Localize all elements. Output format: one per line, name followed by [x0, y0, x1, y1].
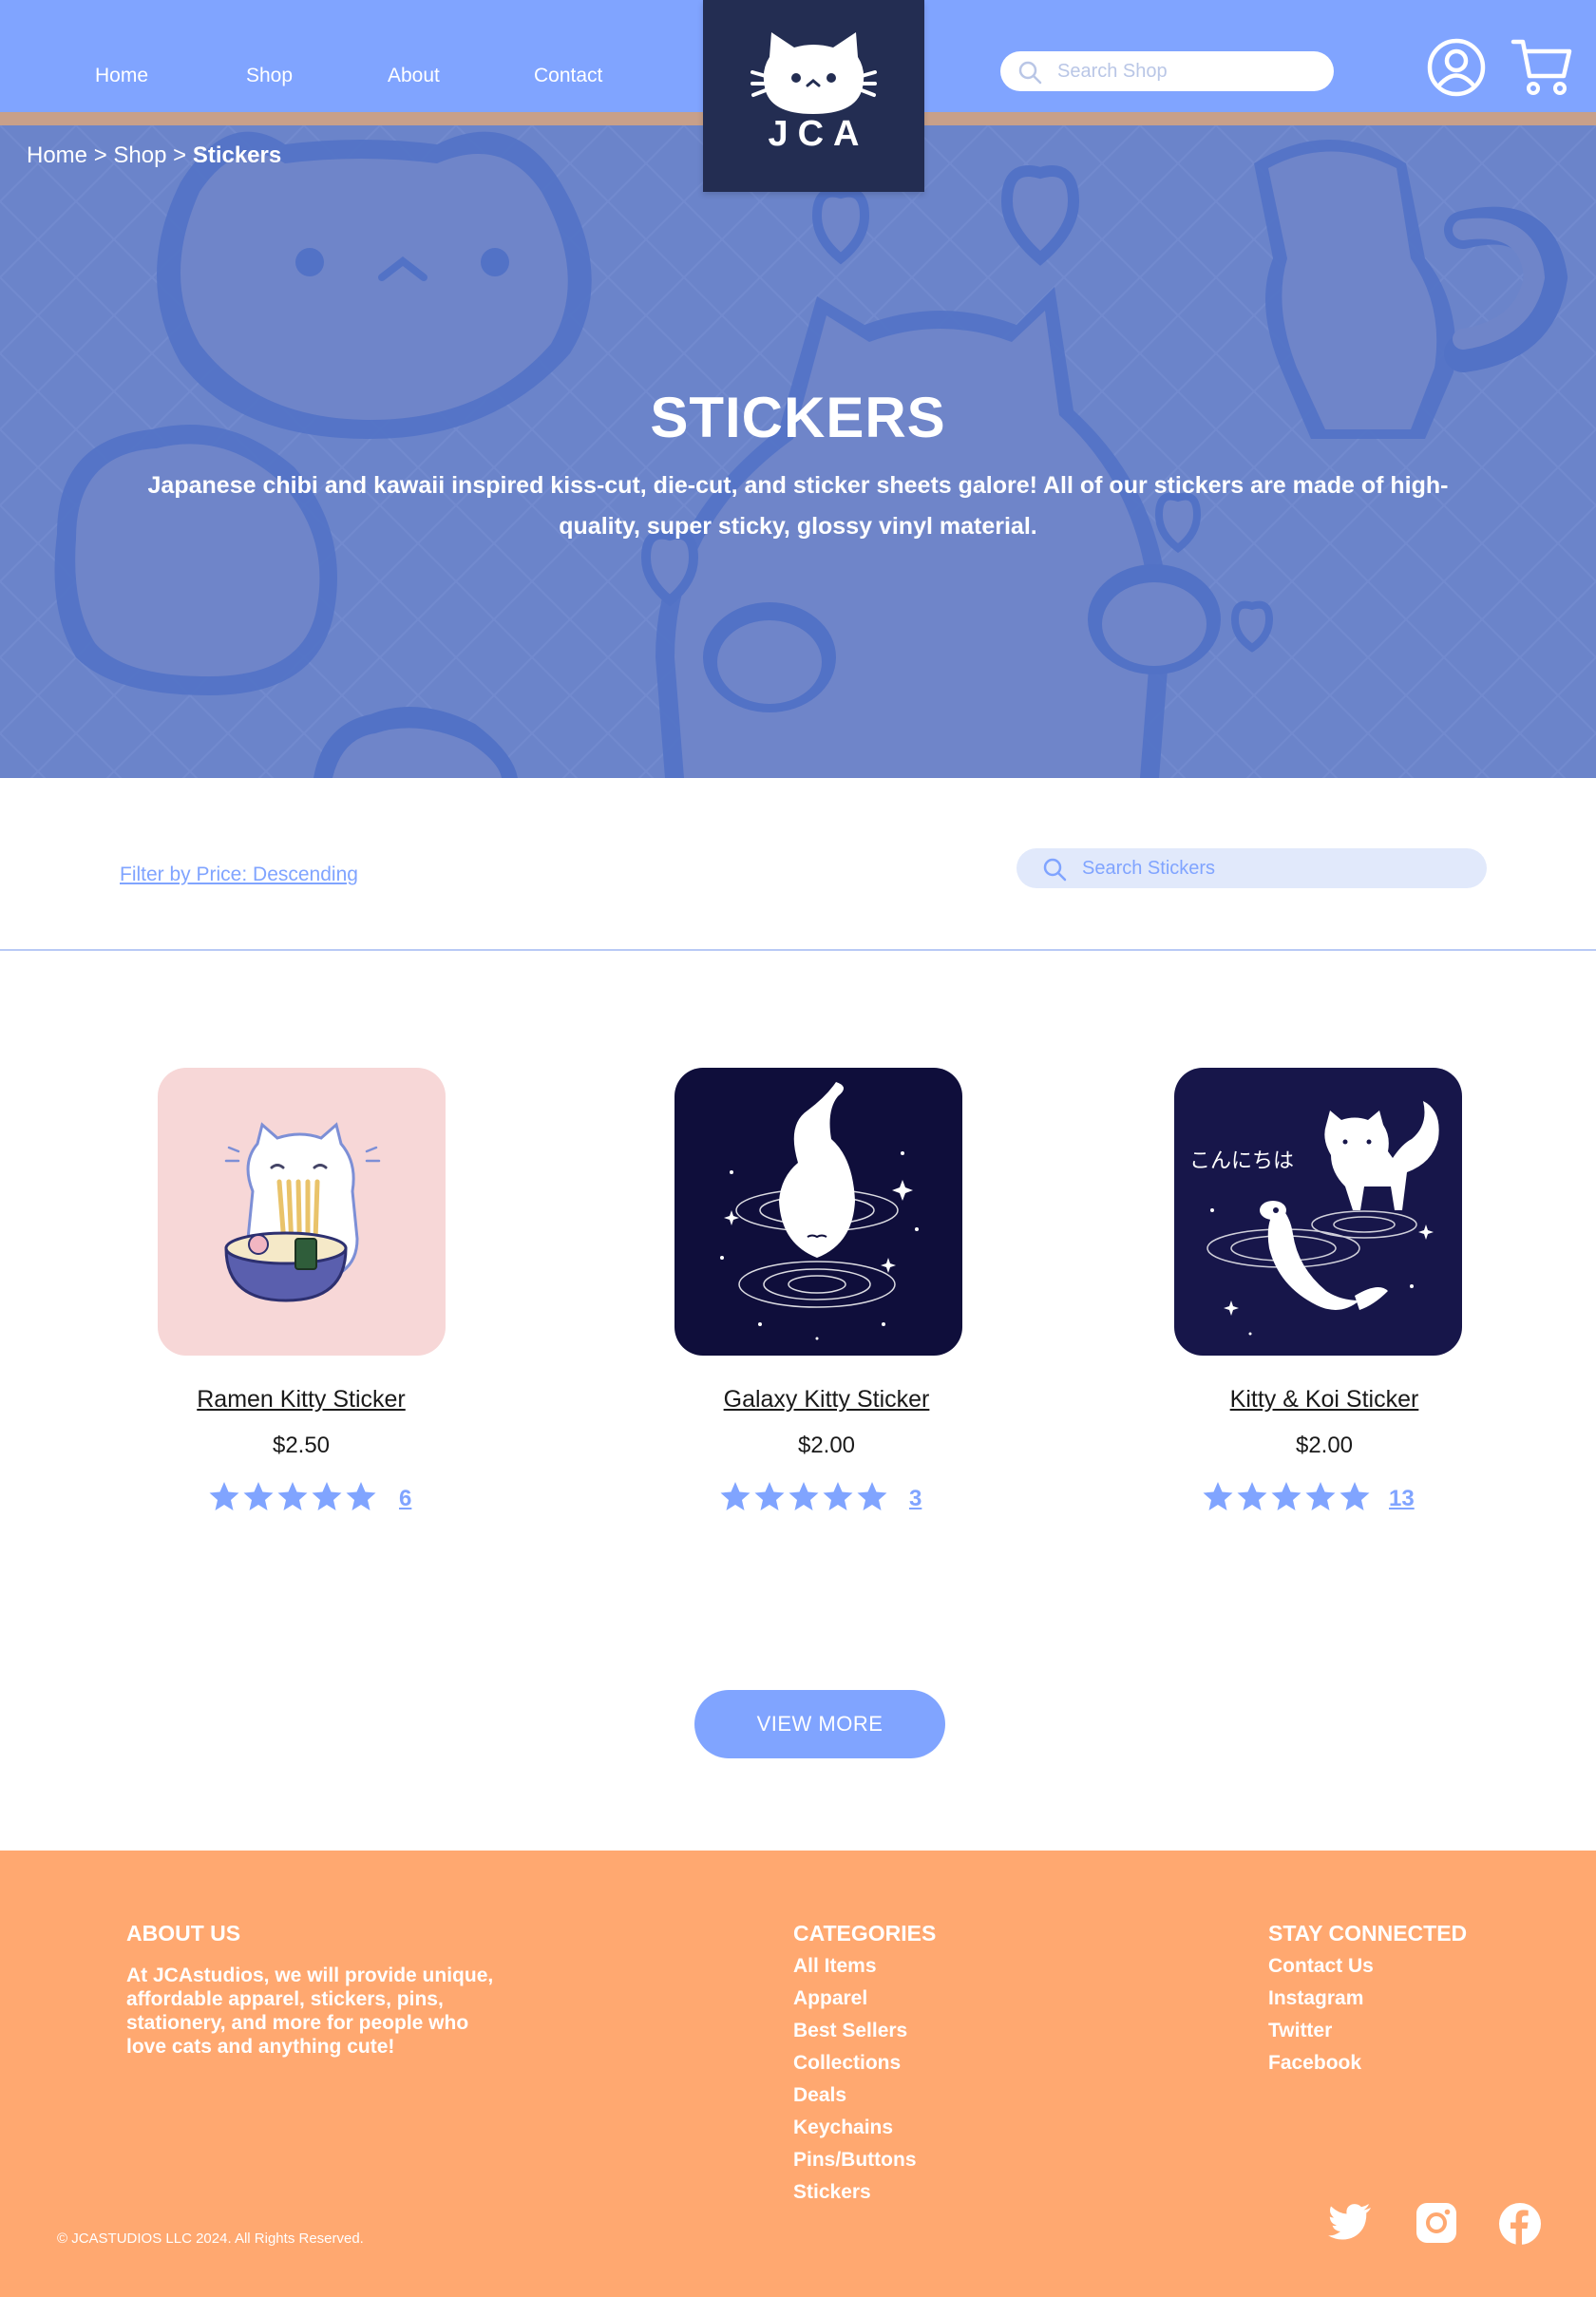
kitty-koi-image: こんにちは	[1189, 1101, 1439, 1336]
section-divider	[0, 949, 1596, 951]
galaxy-kitty-image	[720, 1082, 919, 1340]
twitter-icon[interactable]	[1328, 2203, 1372, 2241]
ramen-kitty-image	[224, 1122, 381, 1302]
product-rating: 13	[1153, 1480, 1495, 1518]
footer-connect-list: Contact Us Instagram Twitter Facebook	[1268, 1950, 1374, 2079]
product-image[interactable]: こんにちは	[1174, 1068, 1462, 1356]
footer-link-facebook[interactable]: Facebook	[1268, 2047, 1374, 2079]
product-price: $2.00	[1295, 1433, 1354, 1458]
product-name-link[interactable]: Ramen Kitty Sticker	[130, 1386, 472, 1414]
footer-link-apparel[interactable]: Apparel	[793, 1983, 917, 2015]
nav-contact[interactable]: Contact	[534, 65, 602, 87]
footer-link-best-sellers[interactable]: Best Sellers	[793, 2015, 917, 2047]
review-count-link[interactable]: 3	[909, 1486, 922, 1512]
footer: ABOUT US At JCAstudios, we will provide …	[0, 1851, 1596, 2297]
breadcrumb-shop[interactable]: Shop	[113, 142, 166, 168]
breadcrumb-separator: >	[173, 142, 187, 168]
product-image[interactable]	[674, 1068, 962, 1356]
breadcrumb-home[interactable]: Home	[27, 142, 87, 168]
breadcrumb-current: Stickers	[192, 142, 282, 168]
product-price: $2.00	[797, 1433, 856, 1458]
product-price: $2.50	[272, 1433, 331, 1458]
sticker-search-input[interactable]: Search Stickers	[1016, 848, 1487, 888]
product-rating: 3	[656, 1480, 998, 1518]
product-rating: 6	[130, 1480, 472, 1518]
product-name-link[interactable]: Kitty & Koi Sticker	[1153, 1386, 1495, 1414]
hero-banner: STICKERS Japanese chibi and kawaii inspi…	[0, 125, 1596, 778]
copyright-text: © JCASTUDIOS LLC 2024. All Rights Reserv…	[57, 2231, 364, 2247]
footer-link-keychains[interactable]: Keychains	[793, 2112, 917, 2144]
sticker-search-placeholder: Search Stickers	[1082, 858, 1216, 879]
footer-link-stickers[interactable]: Stickers	[793, 2176, 917, 2209]
review-count-link[interactable]: 13	[1389, 1486, 1415, 1512]
footer-link-deals[interactable]: Deals	[793, 2079, 917, 2112]
cat-logo-icon	[750, 32, 877, 114]
shop-search-input[interactable]: Search Shop	[1000, 51, 1334, 91]
footer-link-all-items[interactable]: All Items	[793, 1950, 917, 1983]
view-more-button[interactable]: VIEW MORE	[694, 1690, 945, 1758]
footer-categories-heading: CATEGORIES	[793, 1921, 937, 1946]
footer-link-pins-buttons[interactable]: Pins/Buttons	[793, 2144, 917, 2176]
breadcrumb: Home > Shop > Stickers	[27, 142, 281, 169]
search-icon	[1043, 858, 1067, 882]
footer-link-collections[interactable]: Collections	[793, 2047, 917, 2079]
nav-shop[interactable]: Shop	[246, 65, 293, 87]
nav-home[interactable]: Home	[95, 65, 148, 87]
footer-link-twitter[interactable]: Twitter	[1268, 2015, 1374, 2047]
page-description: Japanese chibi and kawaii inspired kiss-…	[147, 472, 1449, 540]
page-title: STICKERS	[650, 386, 946, 449]
star-rating-icons	[209, 1482, 376, 1510]
footer-link-instagram[interactable]: Instagram	[1268, 1983, 1374, 2015]
search-icon	[1018, 61, 1042, 85]
star-rating-icons	[720, 1482, 887, 1510]
konnichiwa-text: こんにちは	[1189, 1149, 1294, 1173]
price-filter-link[interactable]: Filter by Price: Descending	[120, 864, 358, 886]
footer-link-contact-us[interactable]: Contact Us	[1268, 1950, 1374, 1983]
nav-about[interactable]: About	[388, 65, 440, 87]
footer-about-heading: ABOUT US	[126, 1921, 241, 1946]
star-rating-icons	[1203, 1482, 1370, 1510]
footer-categories-list: All Items Apparel Best Sellers Collectio…	[793, 1950, 917, 2209]
user-account-icon[interactable]	[1425, 36, 1488, 99]
review-count-link[interactable]: 6	[399, 1486, 411, 1512]
footer-connect-heading: STAY CONNECTED	[1268, 1921, 1468, 1946]
shopping-cart-icon[interactable]	[1510, 36, 1573, 97]
breadcrumb-separator: >	[93, 142, 107, 168]
shop-search-placeholder: Search Shop	[1057, 61, 1168, 82]
logo-text: JCA	[768, 114, 869, 154]
hero-background-illustration	[0, 125, 1596, 778]
product-name-link[interactable]: Galaxy Kitty Sticker	[656, 1386, 998, 1414]
facebook-icon[interactable]	[1499, 2203, 1541, 2245]
logo[interactable]: JCA	[703, 0, 924, 192]
footer-about-text: At JCAstudios, we will provide unique, a…	[126, 1965, 494, 2058]
product-image[interactable]	[158, 1068, 446, 1356]
instagram-icon[interactable]	[1416, 2203, 1456, 2243]
